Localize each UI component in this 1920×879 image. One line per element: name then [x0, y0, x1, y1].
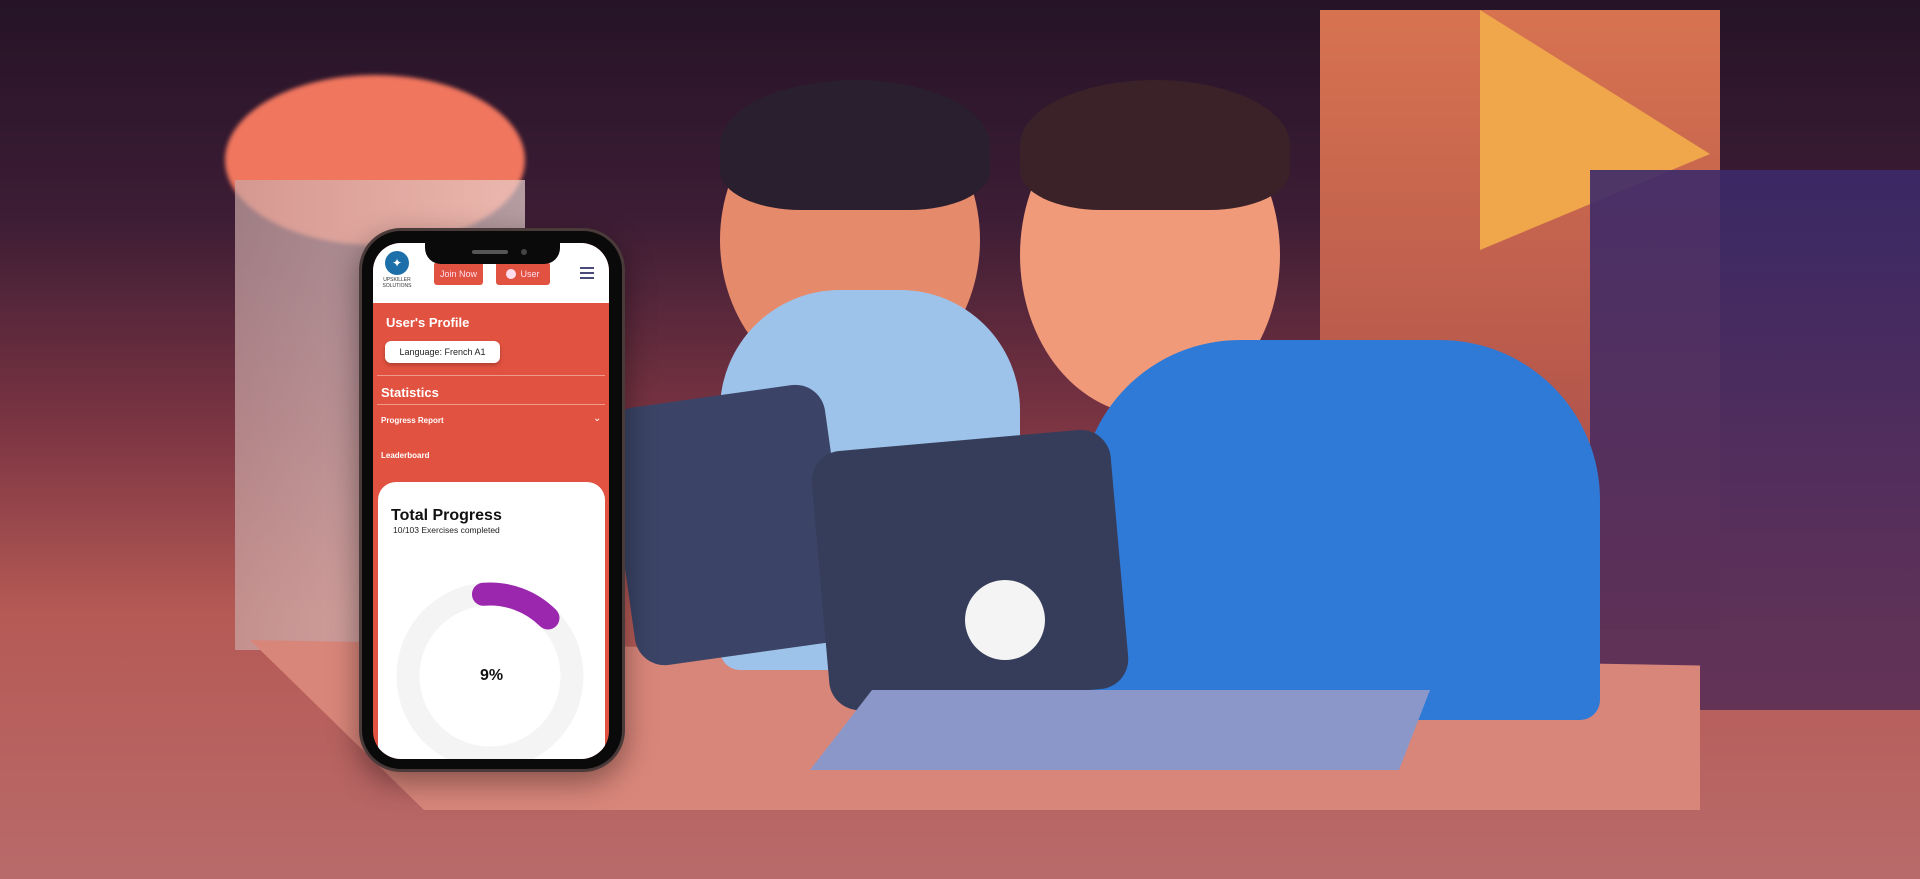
language-pill-label: Language: French A1	[399, 347, 486, 357]
progress-report-label: Progress Report	[381, 416, 444, 425]
leaderboard-label: Leaderboard	[381, 451, 430, 460]
logo-icon: ✦	[385, 251, 409, 275]
phone-notch	[425, 242, 560, 264]
logo[interactable]: ✦ UPSKILLER SOLUTIONS	[379, 251, 415, 291]
language-pill[interactable]: Language: French A1	[385, 341, 500, 363]
join-now-label: Join Now	[439, 268, 477, 279]
divider	[377, 375, 605, 376]
illustration-background	[0, 0, 1920, 879]
hamburger-menu-icon[interactable]	[580, 267, 594, 279]
logo-text: UPSKILLER SOLUTIONS	[382, 277, 412, 289]
profile-title: User's Profile	[386, 315, 470, 330]
card-title: Total Progress	[391, 507, 502, 524]
percent-label: 9%	[479, 667, 504, 684]
progress-report-item[interactable]: Progress Report ⌄	[373, 411, 609, 433]
chevron-down-icon: ⌄	[593, 413, 602, 424]
leaderboard-item[interactable]: Leaderboard	[373, 446, 609, 468]
total-progress-card: Total Progress 10/103 Exercises complete…	[378, 482, 605, 759]
join-now-button[interactable]: Join Now	[434, 262, 483, 285]
divider	[377, 404, 605, 405]
phone-screen: ✦ UPSKILLER SOLUTIONS Join Now User User…	[373, 243, 609, 759]
user-label: User	[520, 268, 540, 279]
statistics-title: Statistics	[381, 385, 439, 400]
card-subtitle: 10/103 Exercises completed	[393, 525, 500, 535]
user-icon	[506, 268, 517, 279]
user-button[interactable]: User	[496, 262, 550, 285]
donut-progress-arc	[471, 582, 560, 630]
